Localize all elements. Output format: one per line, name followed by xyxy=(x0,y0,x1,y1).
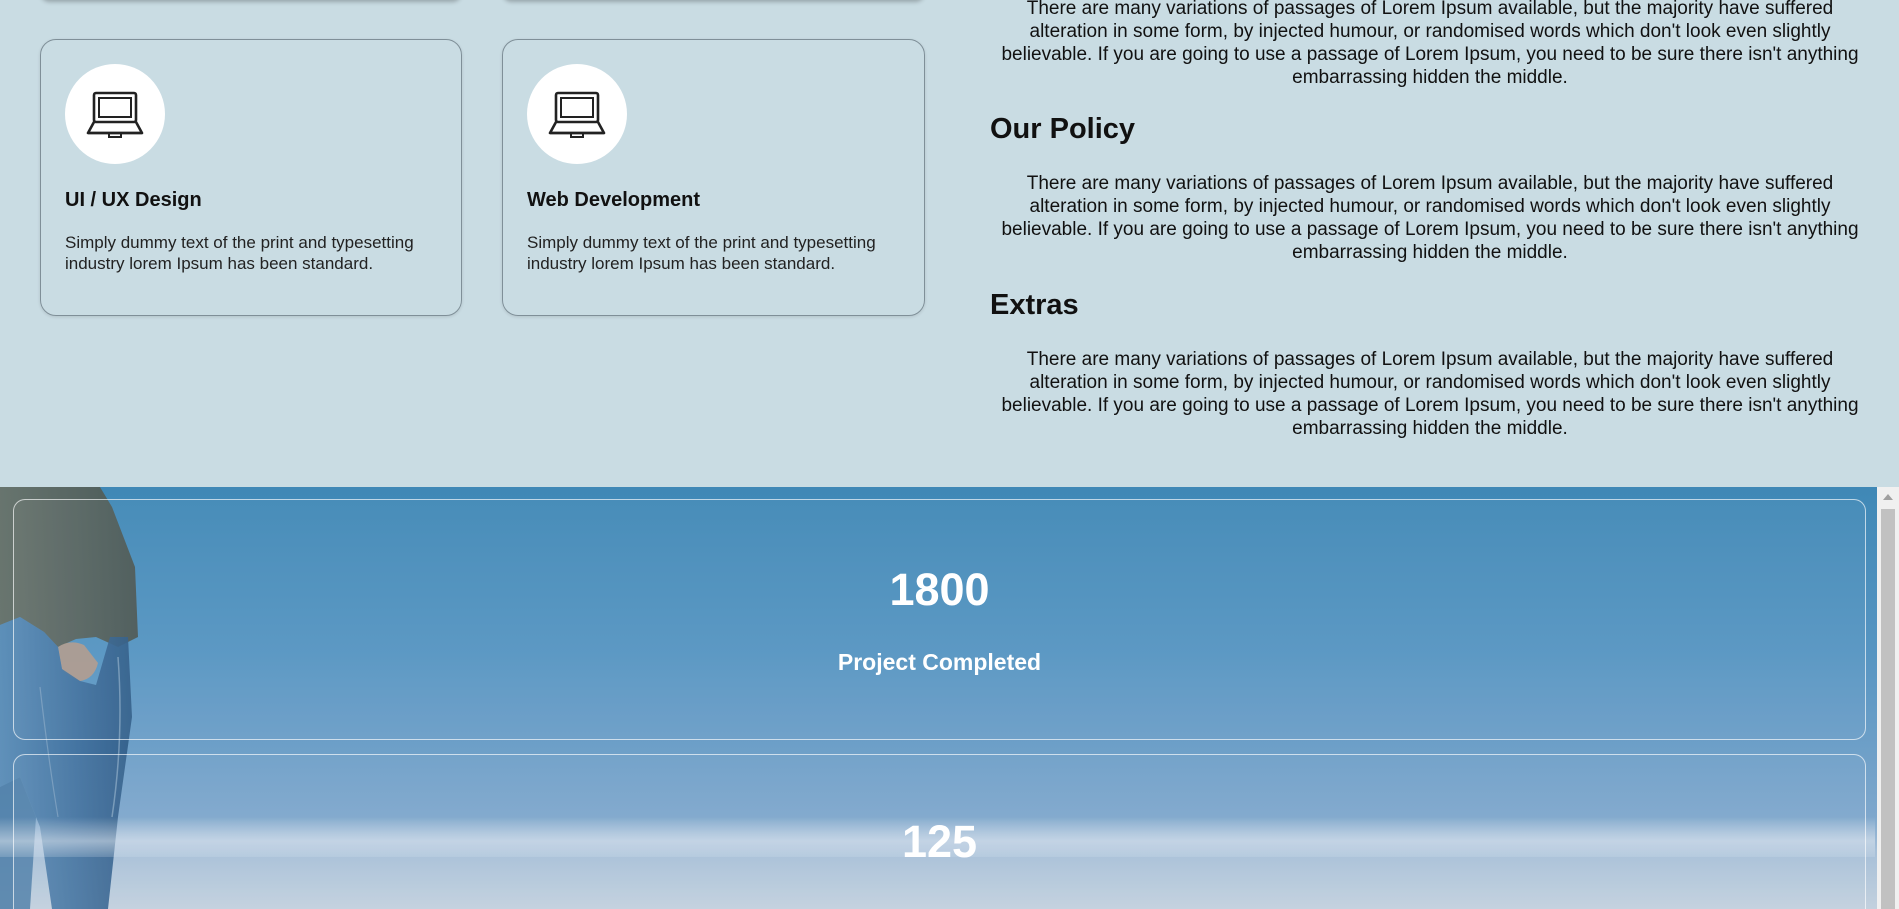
services-about-section: UI / UX Design Simply dummy text of the … xyxy=(0,0,1899,487)
policy-heading: Our Policy xyxy=(990,113,1136,145)
service-card-ui-ux: UI / UX Design Simply dummy text of the … xyxy=(40,39,462,316)
icon-circle xyxy=(527,64,627,164)
extras-paragraph: There are many variations of passages of… xyxy=(1001,349,1859,439)
icon-circle xyxy=(65,64,165,164)
card-title: Web Development xyxy=(527,189,700,211)
scroll-up-arrow-icon[interactable] xyxy=(1883,494,1893,500)
vertical-scrollbar[interactable] xyxy=(1877,487,1899,909)
stats-section: 1800 Project Completed 125 xyxy=(0,487,1899,909)
card-title: UI / UX Design xyxy=(65,189,202,211)
laptop-icon xyxy=(548,91,606,138)
laptop-icon xyxy=(86,91,144,138)
stat-card: 1800 Project Completed xyxy=(13,499,1866,740)
scrollbar-thumb[interactable] xyxy=(1881,509,1895,909)
stat-number: 1800 xyxy=(889,564,990,615)
card-description: Simply dummy text of the print and types… xyxy=(527,233,876,273)
policy-paragraph: There are many variations of passages of… xyxy=(1001,173,1859,263)
page: UI / UX Design Simply dummy text of the … xyxy=(0,0,1899,909)
extras-heading: Extras xyxy=(990,289,1079,321)
stat-label: Project Completed xyxy=(837,649,1042,675)
service-card-web-development: Web Development Simply dummy text of the… xyxy=(502,39,925,316)
stat-card: 125 xyxy=(13,754,1866,909)
card-description: Simply dummy text of the print and types… xyxy=(65,233,414,273)
intro-paragraph: There are many variations of passages of… xyxy=(1001,0,1859,88)
stat-number: 125 xyxy=(901,816,978,867)
